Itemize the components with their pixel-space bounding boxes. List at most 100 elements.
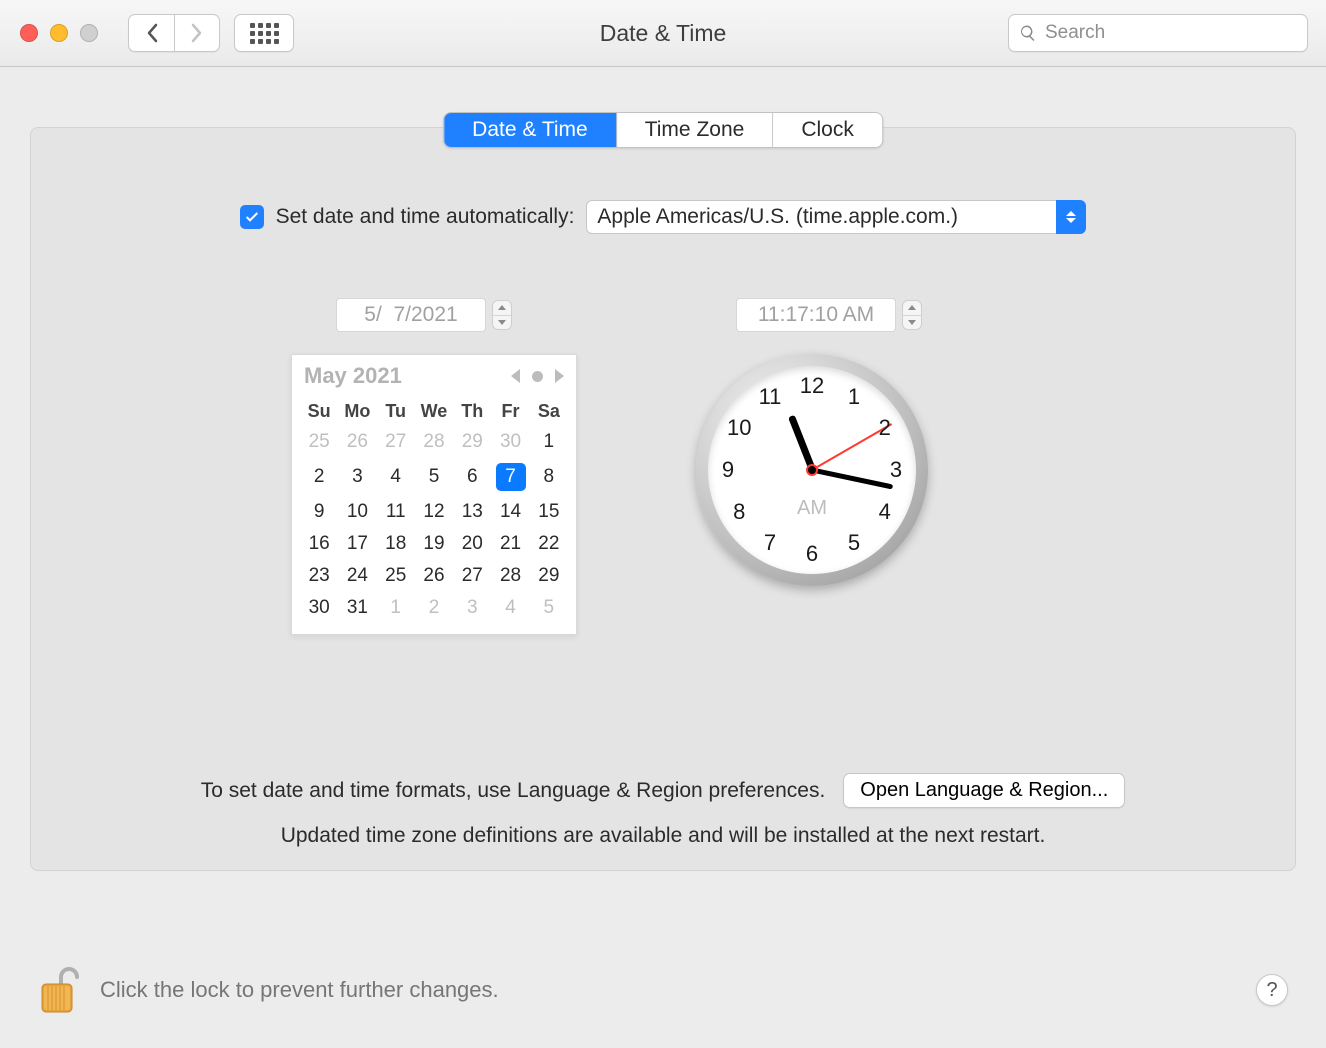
calendar-weekday: Sa (530, 397, 568, 426)
search-icon (1019, 24, 1037, 42)
panel-footer: To set date and time formats, use Langua… (31, 773, 1295, 848)
lock-row: Click the lock to prevent further change… (38, 964, 1288, 1016)
calendar-day[interactable]: 21 (491, 528, 529, 560)
time-field (736, 298, 896, 332)
calendar-day[interactable]: 13 (453, 496, 491, 528)
calendar-day[interactable]: 14 (491, 496, 529, 528)
calendar-day[interactable]: 27 (377, 426, 415, 458)
calendar-title: May 2021 (304, 363, 402, 389)
calendar-day[interactable]: 15 (530, 496, 568, 528)
show-all-button[interactable] (234, 14, 294, 52)
calendar-today-button[interactable] (532, 371, 543, 382)
calendar-day[interactable]: 7 (491, 458, 529, 496)
open-language-region-button[interactable]: Open Language & Region... (843, 773, 1125, 808)
window-title: Date & Time (600, 20, 727, 47)
calendar-day[interactable]: 3 (338, 458, 376, 496)
nav-buttons (128, 14, 220, 52)
calendar-day[interactable]: 25 (377, 560, 415, 592)
calendar-day[interactable]: 4 (377, 458, 415, 496)
calendar-day[interactable]: 8 (530, 458, 568, 496)
time-server-dropdown[interactable]: Apple Americas/U.S. (time.apple.com.) (586, 200, 1086, 234)
time-stepper (902, 300, 922, 330)
clock-numeral: 6 (797, 541, 827, 567)
minimize-window-button[interactable] (50, 24, 68, 42)
clock-numeral: 4 (870, 499, 900, 525)
calendar-day[interactable]: 24 (338, 560, 376, 592)
clock-numeral: 11 (755, 384, 785, 410)
main-panel: Date & Time Time Zone Clock Set date and… (30, 127, 1296, 871)
calendar-day[interactable]: 5 (415, 458, 453, 496)
tab-time-zone[interactable]: Time Zone (617, 113, 774, 147)
calendar-day[interactable]: 28 (491, 560, 529, 592)
calendar-day[interactable]: 2 (300, 458, 338, 496)
calendar-day[interactable]: 27 (453, 560, 491, 592)
unlock-icon[interactable] (38, 964, 82, 1016)
calendar-day[interactable]: 31 (338, 592, 376, 624)
calendar-day[interactable]: 17 (338, 528, 376, 560)
zoom-window-button[interactable] (80, 24, 98, 42)
grid-icon (250, 23, 279, 44)
date-stepper (492, 300, 512, 330)
clock-ampm: AM (797, 497, 827, 520)
auto-time-checkbox[interactable] (240, 205, 264, 229)
timezone-update-note: Updated time zone definitions are availa… (31, 824, 1295, 848)
calendar-day[interactable]: 25 (300, 426, 338, 458)
calendar-day[interactable]: 2 (415, 592, 453, 624)
clock-numeral: 8 (724, 499, 754, 525)
calendar-day[interactable]: 6 (453, 458, 491, 496)
calendar-day[interactable]: 29 (530, 560, 568, 592)
search-input[interactable] (1045, 22, 1297, 44)
help-button[interactable]: ? (1256, 974, 1288, 1006)
calendar-day[interactable]: 10 (338, 496, 376, 528)
date-field (336, 298, 486, 332)
close-window-button[interactable] (20, 24, 38, 42)
calendar-weekday: Th (453, 397, 491, 426)
calendar-day[interactable]: 1 (377, 592, 415, 624)
clock-numeral: 10 (724, 415, 754, 441)
window-controls (20, 24, 98, 42)
calendar: May 2021 SuMoTuWeThFrSa 2526272829301234… (291, 354, 577, 635)
calendar-day[interactable]: 18 (377, 528, 415, 560)
calendar-day[interactable]: 26 (338, 426, 376, 458)
calendar-day[interactable]: 4 (491, 592, 529, 624)
calendar-day[interactable]: 19 (415, 528, 453, 560)
clock-face: AM 121234567891011 (708, 366, 916, 574)
calendar-nav (511, 369, 564, 383)
clock-numeral: 12 (797, 373, 827, 399)
calendar-day[interactable]: 11 (377, 496, 415, 528)
calendar-day[interactable]: 23 (300, 560, 338, 592)
calendar-day[interactable]: 20 (453, 528, 491, 560)
calendar-weekday: Tu (377, 397, 415, 426)
calendar-day[interactable]: 28 (415, 426, 453, 458)
calendar-day[interactable]: 3 (453, 592, 491, 624)
checkmark-icon (244, 209, 260, 225)
calendar-day[interactable]: 30 (491, 426, 529, 458)
back-button[interactable] (128, 14, 174, 52)
calendar-day[interactable]: 29 (453, 426, 491, 458)
calendar-prev-button[interactable] (511, 369, 520, 383)
calendar-weekday: Mo (338, 397, 376, 426)
tab-clock[interactable]: Clock (773, 113, 882, 147)
time-server-value: Apple Americas/U.S. (time.apple.com.) (586, 200, 1056, 234)
calendar-day[interactable]: 9 (300, 496, 338, 528)
calendar-day[interactable]: 26 (415, 560, 453, 592)
calendar-day[interactable]: 22 (530, 528, 568, 560)
clock-numeral: 2 (870, 415, 900, 441)
clock-numeral: 5 (839, 530, 869, 556)
calendar-day[interactable]: 16 (300, 528, 338, 560)
calendar-day[interactable]: 30 (300, 592, 338, 624)
chevron-right-icon (190, 23, 204, 43)
search-field[interactable] (1008, 14, 1308, 52)
format-instruction-text: To set date and time formats, use Langua… (201, 779, 826, 803)
clock-numeral: 1 (839, 384, 869, 410)
calendar-day[interactable]: 12 (415, 496, 453, 528)
calendar-next-button[interactable] (555, 369, 564, 383)
time-stepper-down (903, 316, 921, 330)
date-stepper-up (493, 301, 511, 316)
calendar-day[interactable]: 5 (530, 592, 568, 624)
calendar-grid: SuMoTuWeThFrSa 2526272829301234567891011… (300, 397, 568, 624)
clock-numeral: 7 (755, 530, 785, 556)
calendar-day[interactable]: 1 (530, 426, 568, 458)
forward-button[interactable] (174, 14, 220, 52)
tab-date-time[interactable]: Date & Time (444, 113, 617, 147)
